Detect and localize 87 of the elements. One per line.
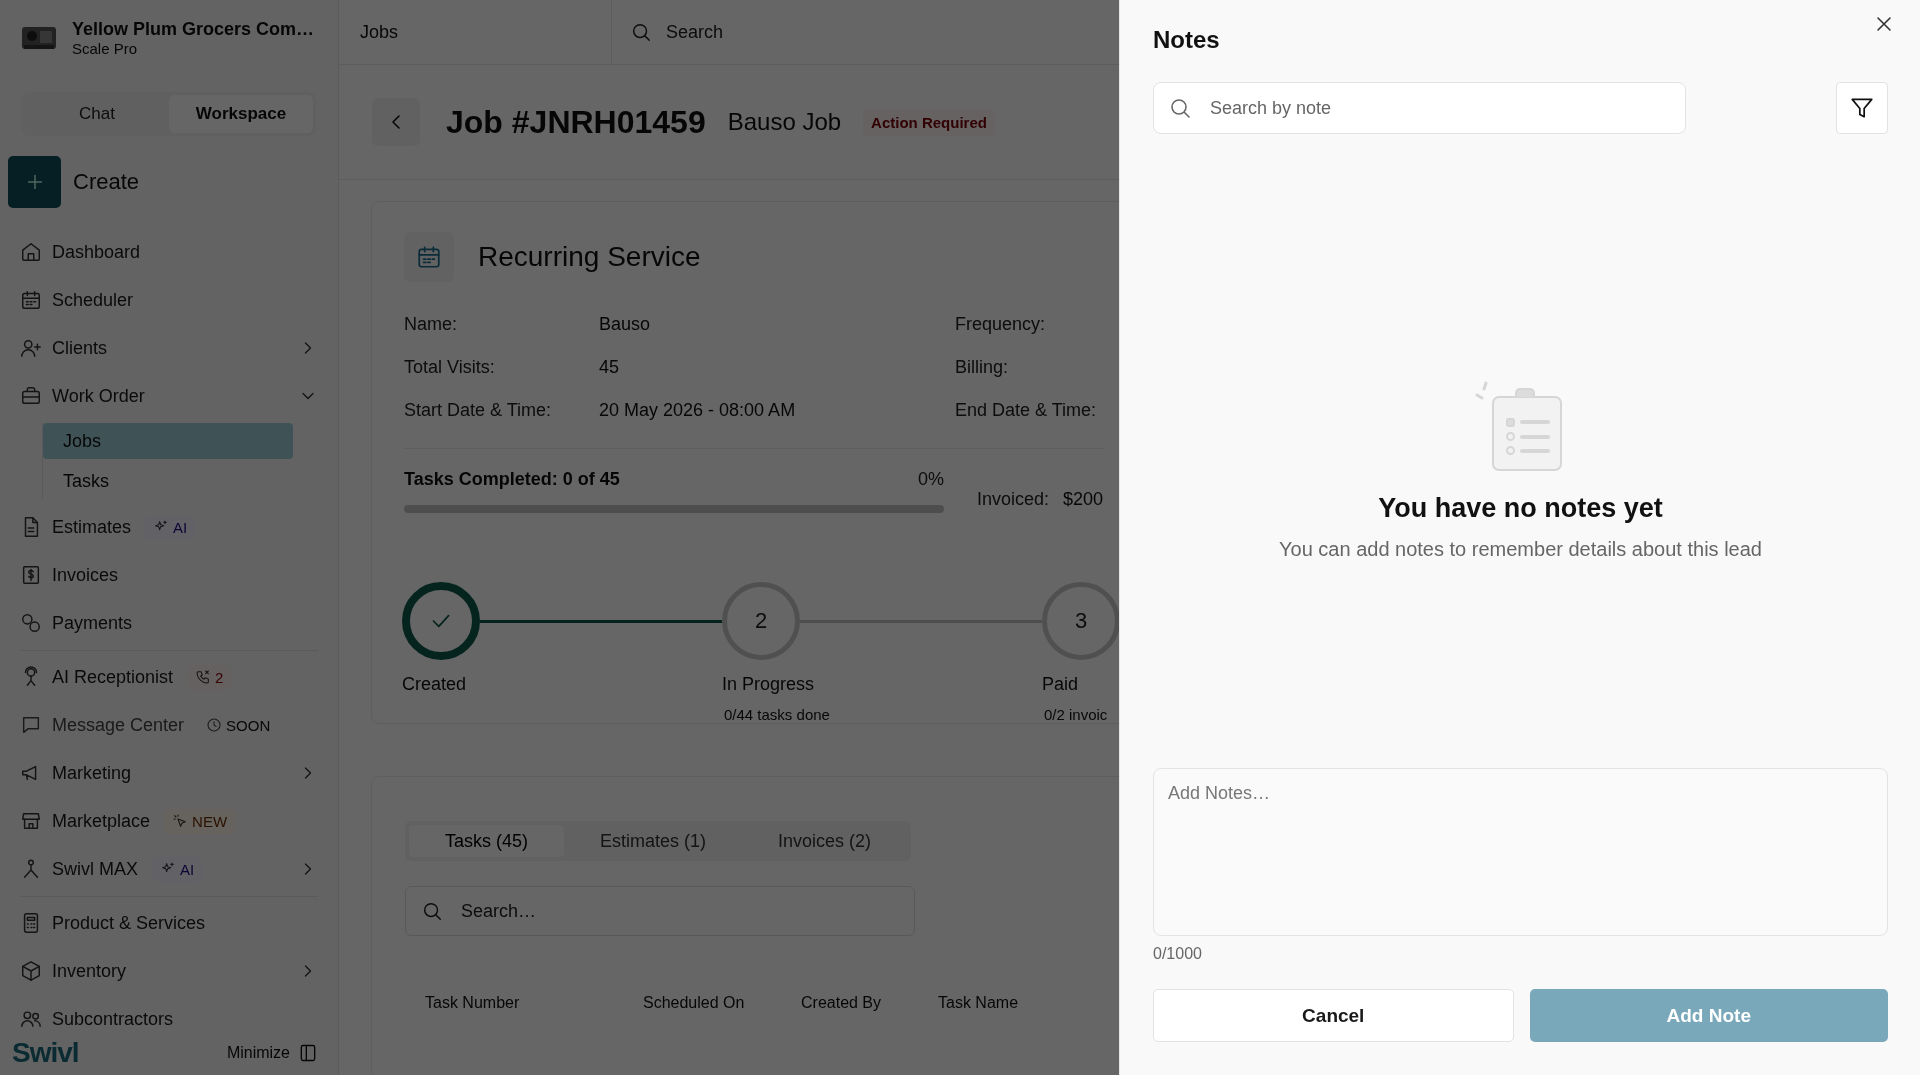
invoiced-label: Invoiced: [977, 489, 1050, 510]
tab[interactable]: Estimates (1) [564, 825, 743, 857]
step-label: Paid [1042, 674, 1080, 695]
nav-item[interactable]: Clients [20, 324, 318, 372]
column-header: Scheduled On [643, 994, 746, 1012]
badge-text: 2 [215, 668, 224, 686]
nav-item[interactable]: Payments [20, 599, 318, 647]
character-counter: 0/1000 [1153, 945, 1203, 963]
field-label: Billing: [955, 356, 1010, 379]
cube-icon [20, 960, 42, 982]
calendar-icon [416, 244, 442, 270]
column-header: Task Number [425, 994, 521, 1012]
field-label: End Date & Time: [955, 399, 1098, 422]
search-field[interactable]: Search [612, 0, 1119, 64]
step-detail: 0/2 invoic [1044, 706, 1109, 723]
field-value: Bauso [599, 313, 652, 336]
search-field[interactable]: Search… [405, 886, 915, 936]
job-name: Bauso Job [727, 108, 842, 136]
breadcrumb: Jobs [339, 0, 612, 64]
empty-title: You have no notes yet [1378, 493, 1663, 524]
field-label: Frequency: [955, 313, 1047, 336]
search-field[interactable]: Search by note [1153, 82, 1686, 134]
card-title: Recurring Service [478, 241, 701, 273]
step-label: Created [402, 674, 468, 695]
step-label: In Progress [722, 674, 816, 695]
nav-item[interactable]: Marketplace NEW [20, 797, 318, 845]
clock-icon [206, 717, 223, 733]
nav-subitem[interactable]: Tasks [43, 463, 293, 499]
company-name: Yellow Plum Grocers Com… [72, 18, 315, 40]
nav-item[interactable]: Inventory [20, 947, 318, 995]
phone-icon [195, 669, 212, 685]
people-icon [20, 1008, 42, 1030]
progress-percent: 0% [918, 469, 944, 490]
search-icon [1168, 96, 1192, 120]
step-circle: 2 [722, 582, 800, 660]
home-icon [20, 241, 42, 263]
search-icon [421, 900, 443, 922]
nav-item[interactable]: Product & Services [20, 899, 318, 947]
brand-logo: Swivl [12, 1037, 79, 1069]
badge-text: AI [173, 518, 188, 536]
coins-icon [20, 612, 42, 634]
create-label: Create [73, 169, 140, 195]
briefcase-icon [20, 385, 42, 407]
field-value: 20 May 2026 - 08:00 AM [599, 399, 797, 422]
nav-item[interactable]: Subcontractors [20, 995, 318, 1031]
nav-item[interactable]: Estimates AI [20, 503, 318, 551]
store-icon [20, 810, 42, 832]
badge-text: NEW [192, 812, 228, 830]
badge-text: AI [180, 860, 195, 878]
notes-textarea[interactable]: Add Notes… [1153, 768, 1888, 936]
nav-item[interactable]: Work Order [20, 372, 318, 420]
nav-item[interactable]: Invoices [20, 551, 318, 599]
field-label: Name: [404, 313, 458, 336]
nav-item[interactable]: Marketing [20, 749, 318, 797]
field-label: Start Date & Time: [404, 399, 553, 422]
tab[interactable]: Invoices (2) [742, 825, 908, 857]
invoiced-value: $200 [1063, 489, 1104, 510]
progress-label: Tasks Completed: 0 of 45 [404, 469, 620, 490]
cursor-icon [172, 813, 189, 829]
plan-name: Scale Pro [72, 40, 139, 58]
user-plus-icon [20, 337, 42, 359]
job-title: Job #JNRH01459 [446, 103, 706, 141]
nav-item[interactable]: Dashboard [20, 228, 318, 276]
mode-tab[interactable]: Workspace [169, 95, 313, 133]
sidebar-icon [298, 1043, 318, 1063]
calendar-icon [20, 289, 42, 311]
minimize-button[interactable]: Minimize [226, 1043, 318, 1063]
field-value: 45 [599, 356, 621, 379]
dollar-document-icon [20, 564, 42, 586]
status-badge: Action Required [863, 108, 995, 136]
filter-button[interactable] [1836, 82, 1888, 134]
nav-item[interactable]: Swivl MAX AI [20, 845, 318, 893]
panel-title: Notes [1153, 25, 1221, 55]
column-header: Created By [801, 994, 883, 1012]
empty-description: You can add notes to remember details about this lead [1279, 538, 1762, 561]
column-header: Task Name [938, 994, 1020, 1012]
cancel-button[interactable]: Cancel [1153, 989, 1514, 1042]
nav-item[interactable]: Scheduler [20, 276, 318, 324]
chat-bubble-icon [20, 714, 42, 736]
nav-item[interactable]: AI Receptionist 2 [20, 653, 318, 701]
badge-text: SOON [226, 716, 271, 734]
step-detail: 0/44 tasks done [724, 706, 831, 723]
tab[interactable]: Tasks (45) [409, 825, 565, 857]
mode-tab[interactable]: Chat [25, 95, 169, 133]
search-icon [630, 21, 652, 43]
field-label: Total Visits: [404, 356, 496, 379]
nav-subitem[interactable]: Jobs [43, 423, 293, 459]
